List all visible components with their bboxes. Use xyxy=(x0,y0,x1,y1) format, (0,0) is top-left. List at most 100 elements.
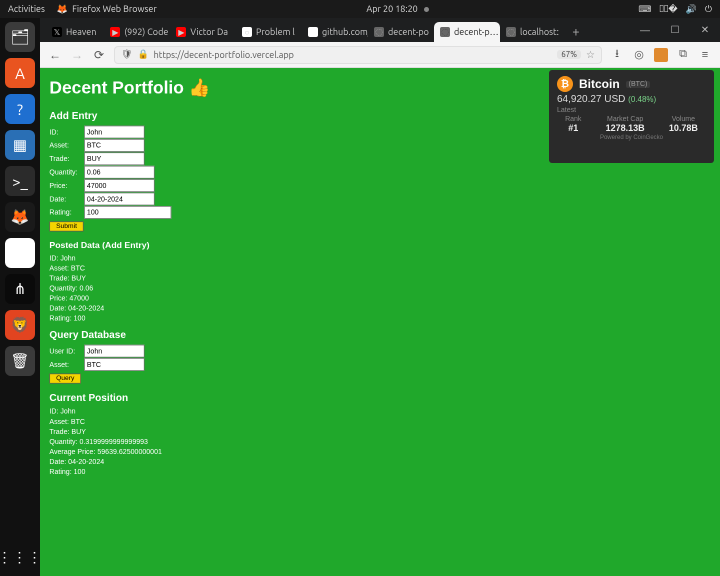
window-maximize-icon[interactable]: ☐ xyxy=(660,24,690,36)
posted-date: Date04-20-2024 xyxy=(49,305,710,313)
new-tab-button[interactable]: + xyxy=(566,22,586,42)
tray-power-icon[interactable]: ⏻ xyxy=(705,4,712,15)
show-applications-icon[interactable]: ⋮⋮⋮ xyxy=(0,549,43,566)
dock-screenshot[interactable]: ▦ xyxy=(5,130,35,160)
widget-coin-name: Bitcoin xyxy=(579,77,620,91)
current-position-heading: Current Position xyxy=(49,392,710,403)
tab-992-label: (992) Code xyxy=(124,27,168,37)
tab-992-favicon-icon: ▶ xyxy=(110,27,120,37)
query-heading: Query Database xyxy=(49,329,710,340)
current-app-indicator[interactable]: 🦊 Firefox Web Browser xyxy=(57,4,157,15)
tab-problem[interactable]: ○ Problem l xyxy=(236,22,302,42)
tray-network-icon[interactable]: �ం� xyxy=(659,4,677,15)
price-label: Price: xyxy=(49,182,84,190)
tab-problem-favicon-icon: ○ xyxy=(242,27,252,37)
dock-chrome[interactable]: ◉ xyxy=(5,238,35,268)
tray-keyboard-icon[interactable]: ⌨ xyxy=(638,4,651,15)
reload-button[interactable]: ⟳ xyxy=(92,48,106,62)
widget-rank-value: #1 xyxy=(565,123,581,133)
dock-brave[interactable]: 🦁 xyxy=(5,310,35,340)
tab-github-label: github.com/l xyxy=(322,27,368,37)
trade-label: Trade: xyxy=(49,155,84,163)
page-viewport: Decent Portfolio 👍 Add Entry ID: Asset: … xyxy=(40,68,720,576)
forward-button: → xyxy=(70,48,84,62)
url-bar[interactable]: 🛡 🔒 https://decent-portfolio.vercel.app … xyxy=(114,46,602,64)
dock-software[interactable]: A xyxy=(5,58,35,88)
price-input[interactable] xyxy=(84,179,154,192)
window-close-icon[interactable]: ✕ xyxy=(690,24,720,36)
query-asset-label: Asset: xyxy=(49,360,84,368)
dock-trash[interactable]: 🗑 xyxy=(5,346,35,376)
query-userid-label: User ID: xyxy=(49,347,84,355)
tab-github[interactable]: github.com/l xyxy=(302,22,368,42)
tab-decent2-favicon-icon: ◌ xyxy=(440,27,450,37)
trade-input[interactable] xyxy=(84,152,144,165)
window-controls: — ☐ ✕ xyxy=(630,18,720,42)
lock-icon: 🔒 xyxy=(137,49,148,60)
dock-terminal[interactable]: >_ xyxy=(5,166,35,196)
tab-strip: 𝕏Heaven ▶ (992) Code▶Victor Da ○ Problem l gi… xyxy=(40,18,720,42)
posted-quantity: Quantity0.06 xyxy=(49,284,710,292)
dock-files[interactable]: 🗂 xyxy=(5,22,35,52)
extensions-icon[interactable]: ⧉ xyxy=(676,48,690,62)
tab-992[interactable]: ▶ (992) Code xyxy=(104,22,170,42)
downloads-icon[interactable]: ⭳ xyxy=(610,48,624,62)
rating-input[interactable] xyxy=(84,206,171,219)
pos-id: IDJohn xyxy=(49,408,710,416)
tab-localhost-favicon-icon: ◌ xyxy=(506,27,516,37)
widget-rank-label: Rank xyxy=(565,116,581,123)
tab-decent2-label: decent-p… xyxy=(454,27,499,37)
quantity-input[interactable] xyxy=(84,166,154,179)
shield-icon: 🛡 xyxy=(121,49,132,60)
widget-cap-value: 1278.13B xyxy=(606,123,645,133)
tab-localhost-label: localhost: xyxy=(520,27,559,37)
system-top-bar: Activities 🦊 Firefox Web Browser Apr 20 … xyxy=(0,0,720,18)
widget-change: (0.48%) xyxy=(628,95,656,104)
dock-help[interactable]: ? xyxy=(5,94,35,124)
extension-metamask-icon[interactable] xyxy=(654,48,668,62)
date-input[interactable] xyxy=(84,193,154,206)
notification-dot-icon xyxy=(424,7,429,12)
app-menu-icon[interactable]: ≡ xyxy=(698,48,712,62)
query-userid-input[interactable] xyxy=(84,345,144,358)
query-button[interactable]: Query xyxy=(49,374,81,384)
back-button[interactable]: ← xyxy=(48,48,62,62)
tab-decent1-favicon-icon: ◌ xyxy=(374,27,384,37)
widget-vol-label: Volume xyxy=(669,116,698,123)
bitcoin-price-widget: ₿ Bitcoin (BTC) 64,920.27 USD (0.48%) La… xyxy=(549,70,714,163)
widget-latest-label: Latest xyxy=(549,107,714,114)
id-input[interactable] xyxy=(84,126,144,139)
widget-price: 64,920.27 USD xyxy=(557,94,625,105)
zoom-indicator[interactable]: 67% xyxy=(557,50,581,59)
submit-button[interactable]: Submit xyxy=(49,221,83,231)
widget-coin-symbol: (BTC) xyxy=(626,81,651,88)
widget-footer: Powered by CoinGecko xyxy=(549,135,714,141)
posted-rating: Rating100 xyxy=(49,315,710,323)
query-asset-input[interactable] xyxy=(84,358,144,371)
dock-firefox[interactable]: 🦊 xyxy=(5,202,35,232)
tab-heaven[interactable]: 𝕏Heaven xyxy=(46,22,104,42)
bitcoin-icon: ₿ xyxy=(557,76,573,92)
tab-decent1-label: decent-po xyxy=(388,27,429,37)
account-icon[interactable]: ◎ xyxy=(632,48,646,62)
browser-toolbar: ← → ⟳ 🛡 🔒 https://decent-portfolio.verce… xyxy=(40,42,720,68)
quantity-label: Quantity: xyxy=(49,168,84,176)
tab-localhost[interactable]: ◌ localhost: xyxy=(500,22,566,42)
tab-victor[interactable]: ▶Victor Da xyxy=(170,22,236,42)
clock[interactable]: Apr 20 18:20 xyxy=(366,4,417,14)
tab-decent2[interactable]: ◌decent-p…× xyxy=(434,22,500,42)
pos-trade: TradeBUY xyxy=(49,428,710,436)
posted-trade: TradeBUY xyxy=(49,274,710,282)
window-minimize-icon[interactable]: — xyxy=(630,25,660,36)
asset-input[interactable] xyxy=(84,139,144,152)
tab-decent1[interactable]: ◌ decent-po xyxy=(368,22,434,42)
bookmark-star-icon[interactable]: ☆ xyxy=(586,49,595,61)
widget-cap-label: Market Cap xyxy=(606,116,645,123)
posted-asset: AssetBTC xyxy=(49,264,710,272)
id-label: ID: xyxy=(49,128,84,136)
rating-label: Rating: xyxy=(49,208,84,216)
activities-button[interactable]: Activities xyxy=(8,4,45,14)
tab-problem-label: Problem l xyxy=(256,27,295,37)
tray-sound-icon[interactable]: 🔊 xyxy=(686,4,697,15)
dock-vscode[interactable]: ⋔ xyxy=(5,274,35,304)
